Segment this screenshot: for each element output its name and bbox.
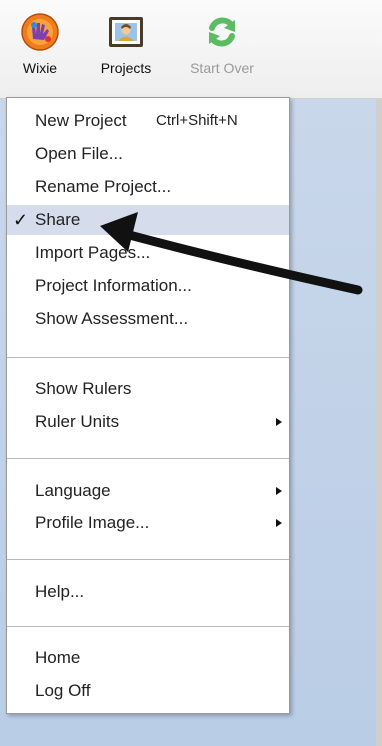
wixie-dropdown-menu: New Project Ctrl+Shift+N Open File... Re… [6,97,290,714]
projects-button[interactable]: Projects [88,12,164,76]
window-edge [376,0,382,746]
menu-separator [7,626,289,627]
toolbar: Wixie Projects Start Over [0,0,382,99]
projects-icon [109,17,143,47]
help-label: Help... [35,582,85,601]
show-rulers-label: Show Rulers [35,379,132,398]
ruler-units-label: Ruler Units [35,412,120,431]
menu-item-new-project[interactable]: New Project Ctrl+Shift+N [7,106,289,136]
show-assessment-label: Show Assessment... [35,309,189,328]
language-label: Language [35,481,111,500]
checkmark-icon: ✓ [13,210,29,230]
menu-separator [7,458,289,459]
new-project-shortcut: Ctrl+Shift+N [156,112,238,129]
rename-project-label: Rename Project... [35,177,172,196]
profile-image-label: Profile Image... [35,513,150,532]
menu-item-project-information[interactable]: Project Information... [7,271,289,301]
share-label: Share [35,210,81,229]
projects-label: Projects [100,60,152,76]
import-pages-label: Import Pages... [35,243,151,262]
submenu-arrow-icon [276,519,282,527]
start-over-label: Start Over [190,60,254,76]
refresh-icon [209,17,235,47]
menu-item-open-file[interactable]: Open File... [7,139,289,169]
menu-item-show-rulers[interactable]: Show Rulers [7,374,289,404]
open-file-label: Open File... [35,144,123,163]
wixie-button[interactable]: Wixie [14,12,66,76]
menu-item-profile-image[interactable]: Profile Image... [7,508,289,538]
menu-separator [7,559,289,560]
menu-item-ruler-units[interactable]: Ruler Units [7,407,289,437]
menu-item-home[interactable]: Home [7,643,289,673]
menu-item-import-pages[interactable]: Import Pages... [7,238,289,268]
submenu-arrow-icon [276,418,282,426]
menu-item-log-off[interactable]: Log Off [7,676,289,706]
menu-item-rename-project[interactable]: Rename Project... [7,172,289,202]
menu-item-share[interactable]: ✓ Share [7,205,289,235]
menu-item-language[interactable]: Language [7,476,289,506]
project-information-label: Project Information... [35,276,192,295]
menu-item-show-assessment[interactable]: Show Assessment... [7,304,289,334]
log-off-label: Log Off [35,681,91,700]
start-over-button[interactable]: Start Over [182,12,262,76]
home-label: Home [35,648,81,667]
wixie-logo-icon [21,13,59,51]
wixie-label: Wixie [22,60,58,76]
menu-item-help[interactable]: Help... [7,577,289,607]
new-project-label: New Project [35,111,127,130]
menu-separator [7,357,289,358]
submenu-arrow-icon [276,487,282,495]
